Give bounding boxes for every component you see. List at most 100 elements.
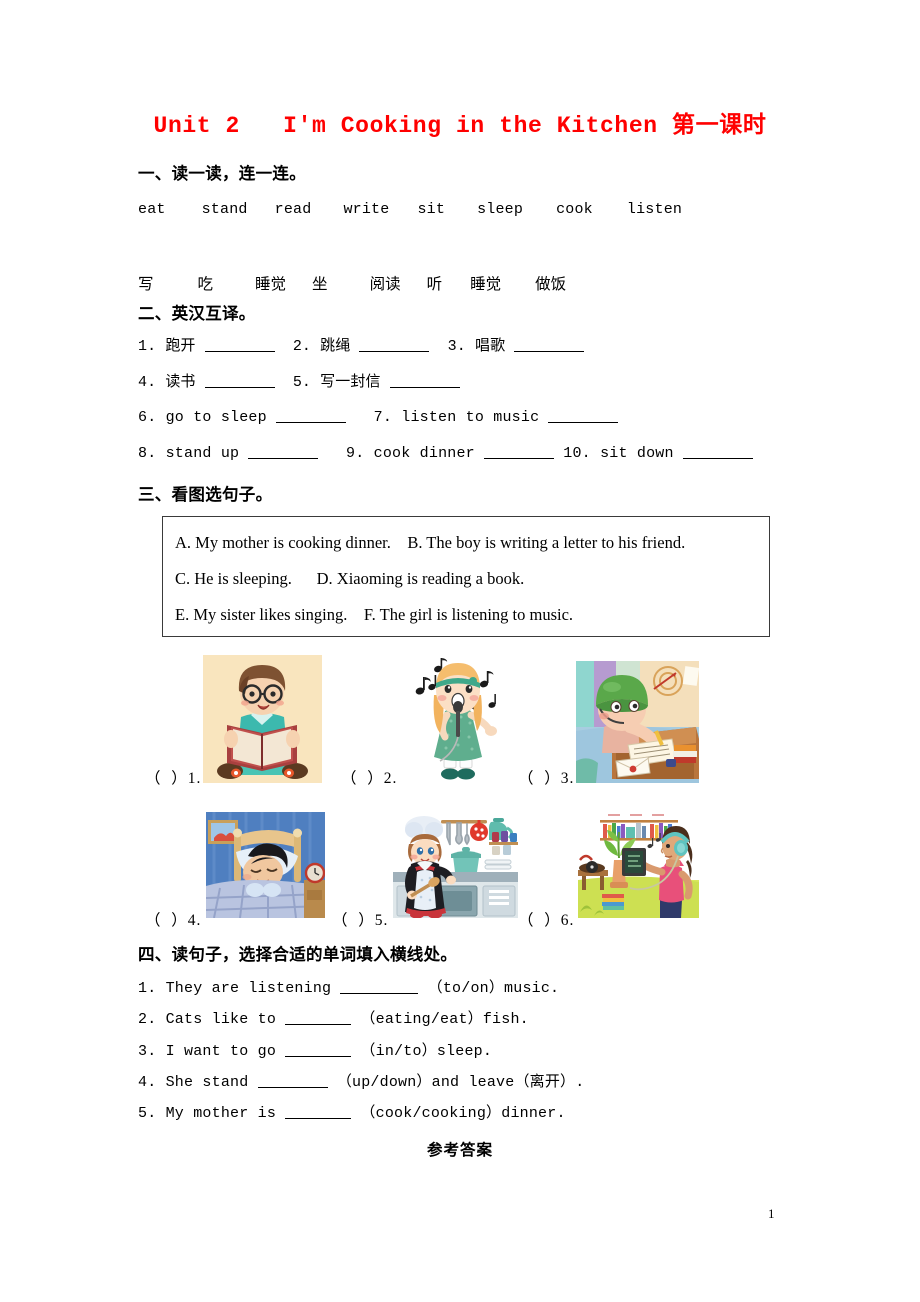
picture-girl-singing	[403, 655, 513, 783]
item-prompt-10: sit down	[600, 445, 674, 462]
item-prompt-3: 唱歌	[474, 338, 506, 355]
item-prompt-8: stand up	[165, 445, 240, 462]
word-listen: listen	[626, 201, 683, 218]
translate-row-1: 1. 跑开 2. 跳绳 3. 唱歌	[138, 334, 585, 355]
fb-num-2: 2.	[138, 1011, 157, 1028]
answer-blank-2[interactable]	[359, 337, 430, 353]
word-cook: cook	[556, 201, 593, 218]
item-num-1: 1.	[138, 338, 157, 355]
picture-woman-cooking	[393, 812, 518, 918]
picture-label-3: （ ）3.	[518, 770, 575, 787]
word-stand: stand	[201, 201, 248, 218]
item-prompt-5: 写一封信	[320, 374, 381, 391]
fill-blank-row-3: 3. I want to go （in/to）sleep.	[138, 1039, 492, 1060]
page-title: Unit 2 I'm Cooking in the Kitchen 第一课时	[153, 113, 767, 139]
cword-read: 阅读	[369, 276, 401, 293]
picture-boy-writing-letter	[576, 661, 699, 783]
item-num-10: 10.	[563, 445, 591, 462]
fb-num-1: 1.	[138, 980, 157, 997]
cword-write: 写	[138, 276, 154, 293]
picture-label-2: （ ）2.	[341, 770, 398, 787]
choice-line-2: C. He is sleeping. D. Xiaoming is readin…	[175, 569, 525, 588]
item-prompt-4: 读书	[165, 374, 196, 391]
answer-blank-8[interactable]	[248, 444, 319, 460]
item-num-4: 4.	[138, 374, 157, 391]
choice-line-3: E. My sister likes singing. F. The girl …	[175, 605, 574, 624]
picture-label-5: （ ）5.	[332, 912, 389, 929]
word-read: read	[274, 201, 312, 218]
translate-row-4: 8. stand up 9. cook dinner 10. sit down	[138, 444, 753, 462]
cword-sleep-1: 睡觉	[255, 276, 287, 293]
fb-num-3: 3.	[138, 1043, 157, 1060]
worksheet-page: Unit 2 I'm Cooking in the Kitchen 第一课时 一…	[0, 0, 920, 1302]
answer-blank-10[interactable]	[682, 444, 753, 460]
section-1-heading: 一、读一读，连一连。	[138, 165, 306, 183]
item-num-9: 9.	[346, 445, 365, 462]
fb-before-1: They are listening	[165, 980, 341, 997]
fb-blank-2[interactable]	[285, 1010, 352, 1026]
answer-blank-9[interactable]	[484, 444, 555, 460]
fb-before-4: She stand	[165, 1074, 258, 1091]
cword-eat: 吃	[197, 276, 214, 293]
translate-row-3: 6. go to sleep 7. listen to music	[138, 408, 619, 426]
fill-blank-row-2: 2. Cats like to （eating/eat）fish.	[138, 1007, 529, 1028]
fb-num-5: 5.	[138, 1105, 157, 1122]
sentence-choice-box: A. My mother is cooking dinner. B. The b…	[162, 516, 770, 637]
fb-before-5: My mother is	[165, 1105, 286, 1122]
word-write: write	[343, 201, 390, 218]
item-prompt-1: 跑开	[165, 338, 196, 355]
item-prompt-9: cook dinner	[373, 445, 475, 462]
fb-blank-1[interactable]	[340, 979, 419, 995]
fb-after-1: （to/on）music.	[418, 980, 560, 997]
answer-blank-7[interactable]	[548, 408, 619, 424]
picture-boy-sleeping	[206, 812, 325, 918]
cword-cook: 做饭	[535, 276, 567, 293]
fb-after-2: （eating/eat）fish.	[351, 1011, 529, 1028]
picture-label-4: （ ）4.	[145, 912, 202, 929]
word-sit: sit	[417, 201, 446, 218]
section-2-heading: 二、英汉互译。	[138, 305, 256, 323]
picture-girl-listening-music	[578, 812, 699, 918]
cword-sit: 坐	[312, 276, 328, 293]
picture-label-1: （ ）1.	[145, 770, 202, 787]
fb-after-3: （in/to）sleep.	[351, 1043, 493, 1060]
fb-after-4: （up/down）and leave（离开）.	[327, 1074, 585, 1091]
fb-num-4: 4.	[138, 1074, 157, 1091]
item-prompt-7: listen to music	[401, 409, 540, 426]
fill-blank-row-5: 5. My mother is （cook/cooking）dinner.	[138, 1101, 566, 1122]
item-num-8: 8.	[138, 445, 157, 462]
word-sleep: sleep	[477, 201, 524, 218]
picture-label-6: （ ）6.	[518, 912, 575, 929]
word-eat: eat	[138, 201, 166, 218]
translate-row-2: 4. 读书 5. 写一封信	[138, 370, 460, 391]
fb-blank-5[interactable]	[285, 1104, 352, 1120]
item-prompt-2: 跳绳	[320, 338, 351, 355]
answer-blank-4[interactable]	[204, 373, 275, 389]
cword-listen: 听	[426, 276, 443, 293]
answer-blank-6[interactable]	[276, 408, 347, 424]
fb-after-5: （cook/cooking）dinner.	[351, 1105, 566, 1122]
answer-blank-1[interactable]	[204, 337, 275, 353]
answer-blank-5[interactable]	[389, 373, 460, 389]
item-num-6: 6.	[138, 409, 157, 426]
fill-blank-row-4: 4. She stand （up/down）and leave（离开）.	[138, 1070, 584, 1091]
choice-line-1: A. My mother is cooking dinner. B. The b…	[175, 533, 686, 552]
section-3-heading: 三、看图选句子。	[138, 486, 273, 504]
answer-key-heading: 参考答案	[426, 1142, 493, 1159]
item-num-5: 5.	[292, 374, 312, 391]
fb-before-3: I want to go	[165, 1043, 286, 1060]
fb-blank-4[interactable]	[257, 1073, 328, 1089]
item-num-7: 7.	[373, 409, 393, 426]
answer-blank-3[interactable]	[514, 337, 585, 353]
fb-blank-3[interactable]	[285, 1042, 352, 1058]
fb-before-2: Cats like to	[165, 1011, 286, 1028]
item-num-3: 3.	[447, 338, 466, 355]
chinese-word-bank: 写 吃 睡觉 坐 阅读 听 睡觉 做饭	[138, 272, 566, 294]
section-4-heading: 四、读句子，选择合适的单词填入横线处。	[138, 946, 458, 964]
item-num-2: 2.	[292, 338, 312, 355]
fill-blank-row-1: 1. They are listening （to/on）music.	[138, 976, 559, 997]
english-word-bank: eat stand read write sit sleep cook listen	[138, 201, 682, 218]
cword-sleep-2: 睡觉	[470, 276, 502, 293]
picture-boy-reading-book	[203, 655, 322, 783]
item-prompt-6: go to sleep	[165, 409, 267, 426]
